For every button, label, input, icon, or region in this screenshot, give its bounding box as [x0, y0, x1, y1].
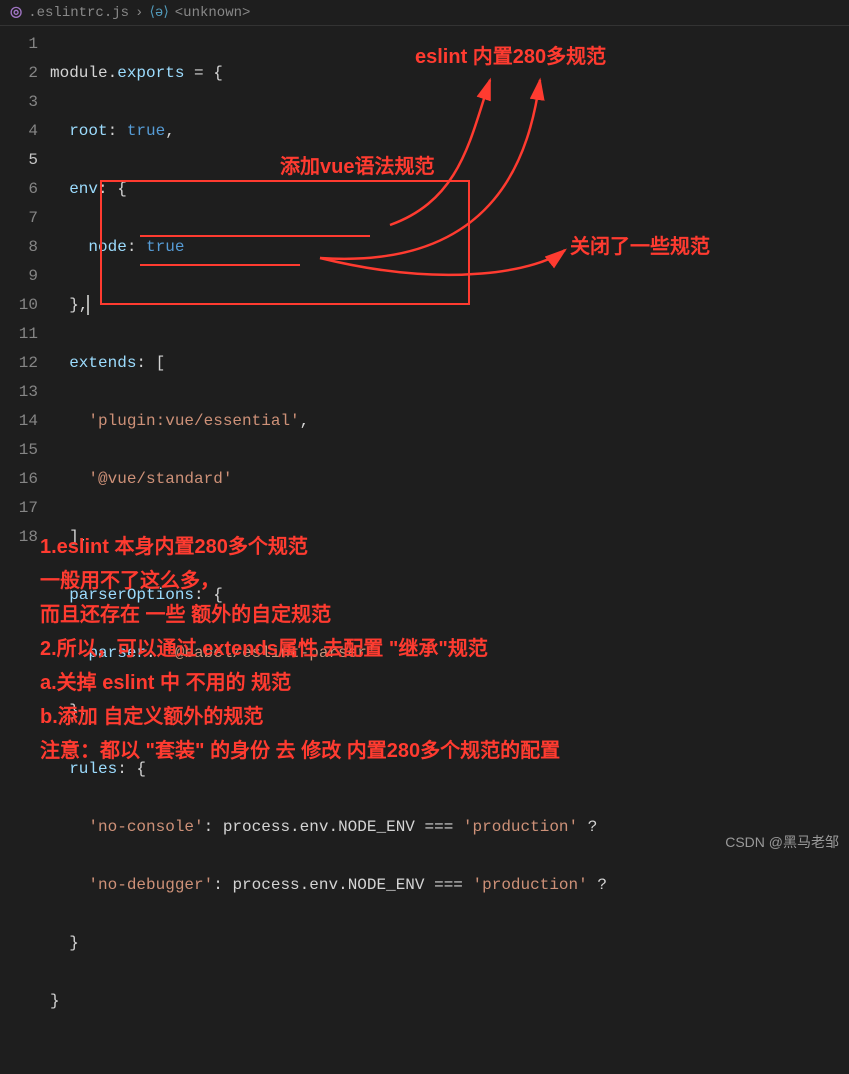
breadcrumb-file[interactable]: .eslintrc.js — [28, 5, 129, 21]
tok: node — [50, 238, 127, 256]
line-number: 3 — [0, 88, 38, 117]
tok — [50, 818, 88, 836]
tok: : { — [98, 180, 127, 198]
tok: === — [425, 876, 473, 894]
line-number: 9 — [0, 262, 38, 291]
tok: . — [328, 818, 338, 836]
tok: : — [146, 644, 165, 662]
tok: parserOptions — [50, 586, 194, 604]
line-number: 13 — [0, 378, 38, 407]
tok: true — [127, 122, 165, 140]
tok: '@vue/standard' — [88, 470, 232, 488]
tok: }, — [50, 296, 88, 314]
line-number: 16 — [0, 465, 38, 494]
tok: : [ — [136, 354, 165, 372]
line-number-gutter: 1 2 3 4 5 6 7 8 9 10 11 12 13 14 15 16 1… — [0, 26, 50, 1074]
breadcrumb-separator: › — [135, 5, 143, 21]
tok: = { — [184, 64, 222, 82]
tok: extends — [50, 354, 136, 372]
breadcrumb-symbol[interactable]: <unknown> — [175, 5, 251, 21]
tok: true — [146, 238, 184, 256]
line-number: 5 — [0, 146, 38, 175]
tok: 'no-console' — [88, 818, 203, 836]
tok: env — [300, 818, 329, 836]
line-number: 12 — [0, 349, 38, 378]
tok: : — [213, 876, 232, 894]
code-editor[interactable]: 1 2 3 4 5 6 7 8 9 10 11 12 13 14 15 16 1… — [0, 26, 849, 1074]
tok: parser — [50, 644, 146, 662]
tok: process — [232, 876, 299, 894]
tok: : — [204, 818, 223, 836]
tok: NODE_ENV — [338, 818, 415, 836]
tok: root — [50, 122, 108, 140]
line-number: 10 — [0, 291, 38, 320]
tok: : — [127, 238, 146, 256]
tok: 'plugin:vue/essential' — [88, 412, 299, 430]
line-number: 2 — [0, 59, 38, 88]
tok: rules — [50, 760, 117, 778]
line-number: 14 — [0, 407, 38, 436]
tok: : { — [194, 586, 223, 604]
watermark: CSDN @黑马老邹 — [725, 832, 839, 852]
line-number: 17 — [0, 494, 38, 523]
eslint-file-icon: ◎ — [10, 4, 22, 21]
tok: process — [223, 818, 290, 836]
tok: NODE_ENV — [348, 876, 425, 894]
tok: : { — [117, 760, 146, 778]
tok: . — [300, 876, 310, 894]
tok: }, — [50, 702, 88, 720]
tok: env — [50, 180, 98, 198]
tok: 'production' — [473, 876, 588, 894]
tok — [50, 876, 88, 894]
tok — [50, 412, 88, 430]
tok: 'production' — [463, 818, 578, 836]
tok: : — [108, 122, 127, 140]
line-number: 4 — [0, 117, 38, 146]
breadcrumb: ◎ .eslintrc.js › ⟨ә⟩ <unknown> — [0, 0, 849, 26]
line-number: 7 — [0, 204, 38, 233]
line-number: 1 — [0, 30, 38, 59]
line-number: 6 — [0, 175, 38, 204]
tok: . — [338, 876, 348, 894]
tok: ? — [588, 876, 607, 894]
text-cursor — [87, 295, 89, 315]
tok: , — [165, 122, 175, 140]
tok: module — [50, 64, 108, 82]
tok: , — [300, 412, 310, 430]
tok: ? — [578, 818, 597, 836]
tok: '@babel/eslint-parser' — [165, 644, 376, 662]
line-number: 11 — [0, 320, 38, 349]
line-number: 15 — [0, 436, 38, 465]
line-number: 8 — [0, 233, 38, 262]
tok — [50, 470, 88, 488]
line-number: 18 — [0, 523, 38, 552]
tok: env — [309, 876, 338, 894]
tok: exports — [117, 64, 184, 82]
tok: } — [50, 992, 60, 1010]
tok: . — [290, 818, 300, 836]
tok: ], — [50, 528, 88, 546]
symbol-icon: ⟨ә⟩ — [149, 4, 168, 21]
code-area[interactable]: module.exports = { root: true, env: { no… — [50, 26, 849, 1074]
tok: 'no-debugger' — [88, 876, 213, 894]
tok: . — [108, 64, 118, 82]
tok: === — [415, 818, 463, 836]
tok: } — [50, 934, 79, 952]
